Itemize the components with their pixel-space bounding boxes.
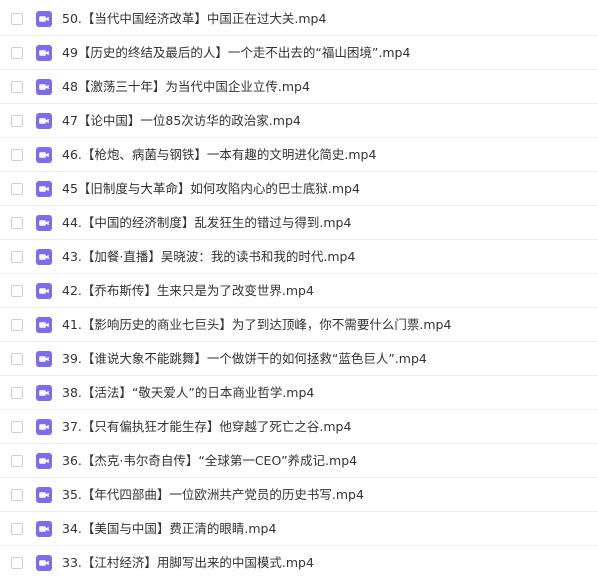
file-name[interactable]: 48【激荡三十年】为当代中国企业立传.mp4 bbox=[62, 70, 310, 104]
file-row[interactable]: 43.【加餐·直播】吴晓波：我的读书和我的时代.mp4 bbox=[0, 240, 598, 274]
file-row[interactable]: 42.【乔布斯传】生来只是为了改变世界.mp4 bbox=[0, 274, 598, 308]
file-name[interactable]: 38.【活法】“敬天爱人”的日本商业哲学.mp4 bbox=[62, 376, 314, 410]
file-row[interactable]: 33.【江村经济】用脚写出来的中国模式.mp4 bbox=[0, 546, 598, 579]
file-row[interactable]: 46.【枪炮、病菌与钢铁】一本有趣的文明进化简史.mp4 bbox=[0, 138, 598, 172]
file-name[interactable]: 41.【影响历史的商业七巨头】为了到达顶峰，你不需要什么门票.mp4 bbox=[62, 308, 451, 342]
file-name[interactable]: 36.【杰克·韦尔奇自传】“全球第一CEO”养成记.mp4 bbox=[62, 444, 357, 478]
video-file-icon bbox=[36, 317, 52, 333]
row-checkbox[interactable] bbox=[11, 115, 23, 127]
video-file-icon bbox=[36, 113, 52, 129]
file-name[interactable]: 43.【加餐·直播】吴晓波：我的读书和我的时代.mp4 bbox=[62, 240, 355, 274]
row-checkbox[interactable] bbox=[11, 489, 23, 501]
video-file-icon bbox=[36, 181, 52, 197]
file-name[interactable]: 44.【中国的经济制度】乱发狂生的错过与得到.mp4 bbox=[62, 206, 351, 240]
file-name[interactable]: 35.【年代四部曲】一位欧洲共产党员的历史书写.mp4 bbox=[62, 478, 364, 512]
file-row[interactable]: 47【论中国】一位85次访华的政治家.mp4 bbox=[0, 104, 598, 138]
video-file-icon bbox=[36, 555, 52, 571]
video-file-icon bbox=[36, 419, 52, 435]
video-file-icon bbox=[36, 521, 52, 537]
file-row[interactable]: 36.【杰克·韦尔奇自传】“全球第一CEO”养成记.mp4 bbox=[0, 444, 598, 478]
row-checkbox[interactable] bbox=[11, 455, 23, 467]
video-file-icon bbox=[36, 487, 52, 503]
file-row[interactable]: 38.【活法】“敬天爱人”的日本商业哲学.mp4 bbox=[0, 376, 598, 410]
row-checkbox[interactable] bbox=[11, 183, 23, 195]
row-checkbox[interactable] bbox=[11, 557, 23, 569]
row-checkbox[interactable] bbox=[11, 523, 23, 535]
file-row[interactable]: 39.【谁说大象不能跳舞】一个做饼干的如何拯救“蓝色巨人”.mp4 bbox=[0, 342, 598, 376]
file-name[interactable]: 49【历史的终结及最后的人】一个走不出去的“福山困境”.mp4 bbox=[62, 36, 410, 70]
row-checkbox[interactable] bbox=[11, 319, 23, 331]
row-checkbox[interactable] bbox=[11, 217, 23, 229]
file-row[interactable]: 41.【影响历史的商业七巨头】为了到达顶峰，你不需要什么门票.mp4 bbox=[0, 308, 598, 342]
file-name[interactable]: 37.【只有偏执狂才能生存】他穿越了死亡之谷.mp4 bbox=[62, 410, 351, 444]
file-name[interactable]: 47【论中国】一位85次访华的政治家.mp4 bbox=[62, 104, 301, 138]
video-file-icon bbox=[36, 147, 52, 163]
video-file-icon bbox=[36, 249, 52, 265]
file-name[interactable]: 34.【美国与中国】费正清的眼睛.mp4 bbox=[62, 512, 276, 546]
file-name[interactable]: 39.【谁说大象不能跳舞】一个做饼干的如何拯救“蓝色巨人”.mp4 bbox=[62, 342, 427, 376]
file-name[interactable]: 46.【枪炮、病菌与钢铁】一本有趣的文明进化简史.mp4 bbox=[62, 138, 376, 172]
row-checkbox[interactable] bbox=[11, 285, 23, 297]
file-row[interactable]: 50.【当代中国经济改革】中国正在过大关.mp4 bbox=[0, 2, 598, 36]
video-file-icon bbox=[36, 79, 52, 95]
file-name[interactable]: 42.【乔布斯传】生来只是为了改变世界.mp4 bbox=[62, 274, 314, 308]
file-row[interactable]: 44.【中国的经济制度】乱发狂生的错过与得到.mp4 bbox=[0, 206, 598, 240]
file-row[interactable]: 48【激荡三十年】为当代中国企业立传.mp4 bbox=[0, 70, 598, 104]
file-row[interactable]: 37.【只有偏执狂才能生存】他穿越了死亡之谷.mp4 bbox=[0, 410, 598, 444]
file-name[interactable]: 50.【当代中国经济改革】中国正在过大关.mp4 bbox=[62, 2, 326, 36]
row-checkbox[interactable] bbox=[11, 387, 23, 399]
file-row[interactable]: 45【旧制度与大革命】如何攻陷内心的巴士底狱.mp4 bbox=[0, 172, 598, 206]
video-file-icon bbox=[36, 385, 52, 401]
video-file-icon bbox=[36, 11, 52, 27]
video-file-icon bbox=[36, 351, 52, 367]
row-checkbox[interactable] bbox=[11, 81, 23, 93]
row-checkbox[interactable] bbox=[11, 421, 23, 433]
row-checkbox[interactable] bbox=[11, 251, 23, 263]
file-name[interactable]: 45【旧制度与大革命】如何攻陷内心的巴士底狱.mp4 bbox=[62, 172, 360, 206]
file-name[interactable]: 33.【江村经济】用脚写出来的中国模式.mp4 bbox=[62, 546, 314, 579]
row-checkbox[interactable] bbox=[11, 13, 23, 25]
video-file-icon bbox=[36, 45, 52, 61]
file-row[interactable]: 49【历史的终结及最后的人】一个走不出去的“福山困境”.mp4 bbox=[0, 36, 598, 70]
video-file-icon bbox=[36, 453, 52, 469]
file-list: 50.【当代中国经济改革】中国正在过大关.mp4 49【历史的终结及最后的人】一… bbox=[0, 0, 598, 579]
row-checkbox[interactable] bbox=[11, 149, 23, 161]
video-file-icon bbox=[36, 215, 52, 231]
file-row[interactable]: 34.【美国与中国】费正清的眼睛.mp4 bbox=[0, 512, 598, 546]
row-checkbox[interactable] bbox=[11, 47, 23, 59]
file-row[interactable]: 35.【年代四部曲】一位欧洲共产党员的历史书写.mp4 bbox=[0, 478, 598, 512]
video-file-icon bbox=[36, 283, 52, 299]
row-checkbox[interactable] bbox=[11, 353, 23, 365]
